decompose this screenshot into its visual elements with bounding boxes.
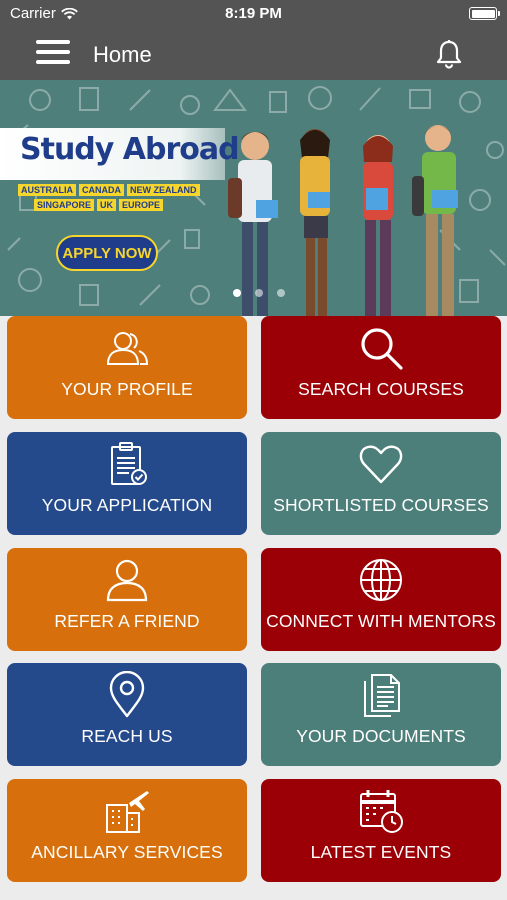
reach-us-tile[interactable]: REACH US [7, 663, 247, 766]
status-time: 8:19 PM [225, 5, 282, 22]
search-courses-tile[interactable]: SEARCH COURSES [261, 316, 501, 419]
student-figure [300, 129, 330, 316]
student-figure [412, 125, 458, 316]
heart-icon [359, 445, 403, 484]
tile-label: YOUR PROFILE [61, 379, 193, 399]
your-profile-tile[interactable]: YOUR PROFILE [7, 316, 247, 419]
shortlisted-courses-tile[interactable]: SHORTLISTED COURSES [261, 432, 501, 535]
tile-label: SEARCH COURSES [298, 379, 464, 399]
students-illustration [228, 125, 458, 316]
country-tag: UK [97, 199, 117, 211]
latest-events-tile[interactable]: LATEST EVENTS [261, 779, 501, 882]
carousel-dot[interactable] [277, 289, 285, 297]
tile-label: REACH US [81, 726, 173, 746]
connect-with-mentors-tile[interactable]: CONNECT WITH MENTORS [261, 548, 501, 651]
refer-a-friend-tile[interactable]: REFER A FRIEND [7, 548, 247, 651]
user-icon [106, 559, 148, 602]
location-pin-icon [109, 671, 145, 718]
calendar-clock-icon [360, 790, 403, 833]
promo-banner-carousel[interactable]: Study Abroad AUSTRALIA CANADA NEW ZEALAN… [0, 80, 507, 316]
tile-label: ANCILLARY SERVICES [31, 842, 223, 862]
globe-icon [360, 559, 402, 601]
country-tag: NEW ZEALAND [127, 184, 200, 196]
tile-label: SHORTLISTED COURSES [273, 495, 489, 515]
carousel-dot[interactable] [233, 289, 241, 297]
tile-label: YOUR APPLICATION [41, 495, 213, 515]
app-header: Carrier 8:19 PM Home [0, 0, 507, 80]
country-tag: CANADA [79, 184, 124, 196]
tile-label: CONNECT WITH MENTORS [266, 611, 496, 631]
navigation-bar: Home [0, 28, 507, 80]
clipboard-check-icon [111, 442, 147, 485]
your-application-tile[interactable]: YOUR APPLICATION [7, 432, 247, 535]
ancillary-services-tile[interactable]: ANCILLARY SERVICES [7, 779, 247, 882]
banner-countries: AUSTRALIA CANADA NEW ZEALAND SINGAPORE U… [18, 184, 200, 214]
users-icon [106, 332, 149, 365]
hamburger-menu-icon[interactable] [36, 40, 70, 68]
country-tag: SINGAPORE [34, 199, 95, 211]
tile-label: LATEST EVENTS [310, 842, 452, 862]
student-figure [363, 135, 393, 316]
status-bar: Carrier 8:19 PM [0, 0, 507, 28]
tile-label: YOUR DOCUMENTS [296, 726, 466, 746]
carousel-pagination [233, 289, 285, 297]
bell-icon[interactable] [435, 39, 463, 69]
country-tag: AUSTRALIA [18, 184, 76, 196]
page-title: Home [93, 42, 152, 67]
tile-label: REFER A FRIEND [54, 611, 200, 631]
country-tag: EUROPE [119, 199, 164, 211]
carousel-dot[interactable] [255, 289, 263, 297]
battery-icon [469, 7, 500, 20]
airport-building-icon [106, 791, 149, 833]
documents-icon [364, 674, 400, 717]
search-icon [361, 328, 403, 370]
banner-title: Study Abroad [20, 132, 240, 167]
apply-now-button[interactable]: APPLY NOW [56, 235, 158, 271]
your-documents-tile[interactable]: YOUR DOCUMENTS [261, 663, 501, 766]
